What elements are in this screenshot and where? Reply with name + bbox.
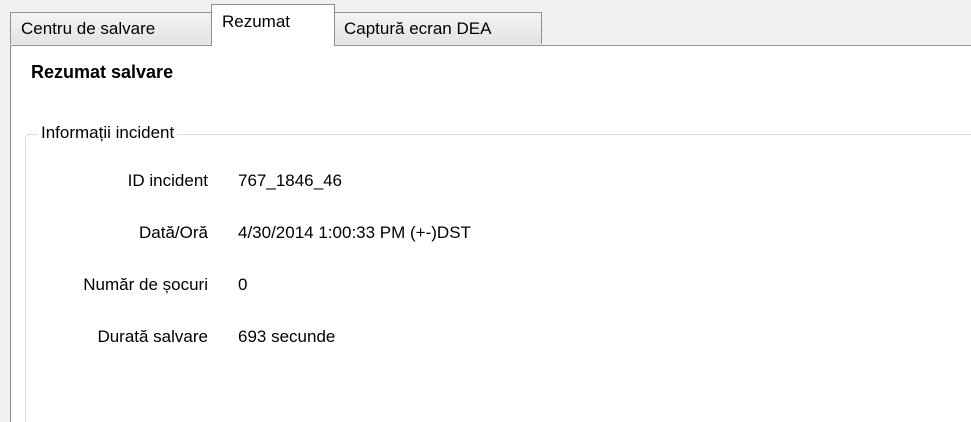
tab-aed-screen-capture[interactable]: Captură ecran DEA <box>333 12 542 44</box>
panel-title: Rezumat salvare <box>31 62 174 82</box>
tab-rescue-center[interactable]: Centru de salvare <box>10 12 213 44</box>
field-value: 4/30/2014 1:00:33 PM (+-)DST <box>238 223 471 242</box>
tab-summary[interactable]: Rezumat <box>211 4 335 46</box>
field-label: Număr de șocuri <box>83 275 208 294</box>
incident-info-group: Informații incident ID incident 767_1846… <box>25 123 971 422</box>
rescue-summary-window: Centru de salvare Rezumat Captură ecran … <box>0 0 971 422</box>
tab-strip: Centru de salvare Rezumat Captură ecran … <box>0 0 971 46</box>
field-value: 693 secunde <box>238 327 336 346</box>
field-value: 0 <box>238 275 248 294</box>
field-value: 767_1846_46 <box>238 171 343 190</box>
field-label: ID incident <box>127 171 208 190</box>
field-label: Dată/Oră <box>139 223 208 242</box>
field-label: Durată salvare <box>97 327 208 346</box>
summary-panel: Rezumat salvare Informații incident ID i… <box>10 45 971 422</box>
group-legend: Informații incident <box>38 123 178 143</box>
